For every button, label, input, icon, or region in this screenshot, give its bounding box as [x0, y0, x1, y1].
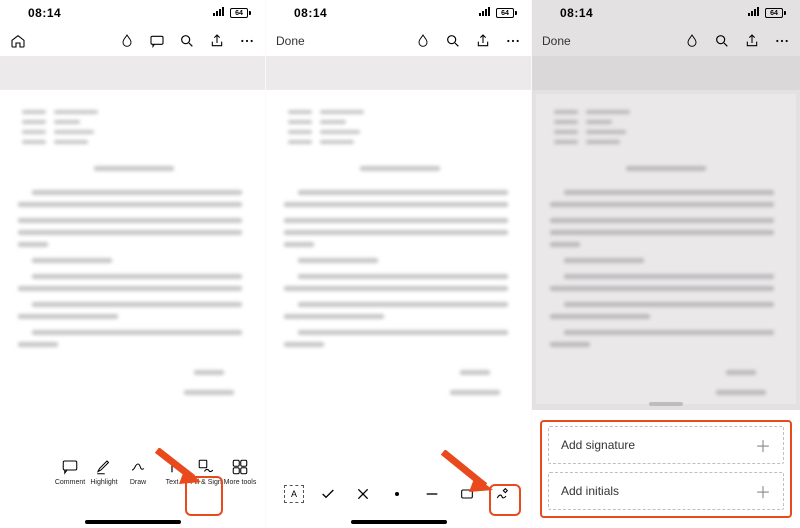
- top-nav: Done: [532, 26, 800, 56]
- signal-icon: [478, 4, 492, 22]
- fs-dot-icon[interactable]: [386, 483, 408, 505]
- search-icon[interactable]: [179, 33, 195, 49]
- battery-icon: 64: [230, 8, 251, 18]
- liquid-mode-icon[interactable]: [119, 33, 135, 49]
- signal-icon: [747, 4, 761, 22]
- fs-check-icon[interactable]: [317, 483, 339, 505]
- search-icon[interactable]: [714, 33, 730, 49]
- header-band: [532, 56, 800, 90]
- more-icon[interactable]: [239, 33, 255, 49]
- home-icon[interactable]: [10, 33, 26, 49]
- screenshot-step-3: 08:14 64 Done: [532, 0, 800, 528]
- status-time: 08:14: [560, 6, 593, 20]
- document-page[interactable]: [270, 94, 527, 424]
- option-label: Add signature: [561, 438, 635, 452]
- plus-icon: ＋: [755, 433, 771, 457]
- fs-sign-icon[interactable]: [491, 483, 513, 505]
- top-nav: [0, 26, 265, 56]
- bottom-toolbar: Comment Highlight Draw Text Fill & Sign: [0, 458, 265, 528]
- top-nav: Done: [266, 26, 531, 56]
- screenshot-step-1: 08:14 64: [0, 0, 266, 528]
- fs-line-icon[interactable]: [421, 483, 443, 505]
- header-band: [0, 56, 265, 90]
- screenshot-step-2: 08:14 64 Done: [266, 0, 532, 528]
- fs-cross-icon[interactable]: [352, 483, 374, 505]
- battery-icon: 64: [496, 8, 517, 18]
- toolbar-more-tools[interactable]: More tools: [223, 458, 257, 486]
- battery-icon: 64: [765, 8, 786, 18]
- fillsign-toolbar: A: [266, 458, 531, 528]
- header-band: [266, 56, 531, 90]
- home-indicator: [351, 520, 447, 524]
- liquid-mode-icon[interactable]: [684, 33, 700, 49]
- option-label: Add initials: [561, 484, 619, 498]
- share-icon[interactable]: [744, 33, 760, 49]
- share-icon[interactable]: [475, 33, 491, 49]
- status-bar: 08:14 64: [0, 0, 265, 26]
- home-indicator: [85, 520, 181, 524]
- sheet-handle[interactable]: [649, 402, 683, 406]
- plus-icon: ＋: [755, 479, 771, 503]
- search-icon[interactable]: [445, 33, 461, 49]
- signal-icon: [212, 4, 226, 22]
- status-time: 08:14: [28, 6, 61, 20]
- toolbar-comment[interactable]: Comment: [53, 458, 87, 486]
- status-bar: 08:14 64: [266, 0, 531, 26]
- fs-rect-icon[interactable]: [456, 483, 478, 505]
- share-icon[interactable]: [209, 33, 225, 49]
- more-icon[interactable]: [774, 33, 790, 49]
- status-bar: 08:14 64: [532, 0, 800, 26]
- signature-options-highlight: Add signature ＋ Add initials ＋: [540, 420, 792, 518]
- liquid-mode-icon[interactable]: [415, 33, 431, 49]
- add-signature-option[interactable]: Add signature ＋: [548, 426, 784, 464]
- add-initials-option[interactable]: Add initials ＋: [548, 472, 784, 510]
- toolbar-fill-sign[interactable]: Fill & Sign: [189, 458, 223, 486]
- fs-textbox-icon[interactable]: A: [284, 485, 304, 503]
- status-time: 08:14: [294, 6, 327, 20]
- toolbar-draw[interactable]: Draw: [121, 458, 155, 486]
- done-button[interactable]: Done: [276, 34, 305, 48]
- document-page[interactable]: [536, 94, 796, 404]
- done-button[interactable]: Done: [542, 34, 571, 48]
- comment-icon[interactable]: [149, 33, 165, 49]
- document-page[interactable]: [4, 94, 261, 424]
- toolbar-highlight[interactable]: Highlight: [87, 458, 121, 486]
- toolbar-text[interactable]: Text: [155, 458, 189, 486]
- more-icon[interactable]: [505, 33, 521, 49]
